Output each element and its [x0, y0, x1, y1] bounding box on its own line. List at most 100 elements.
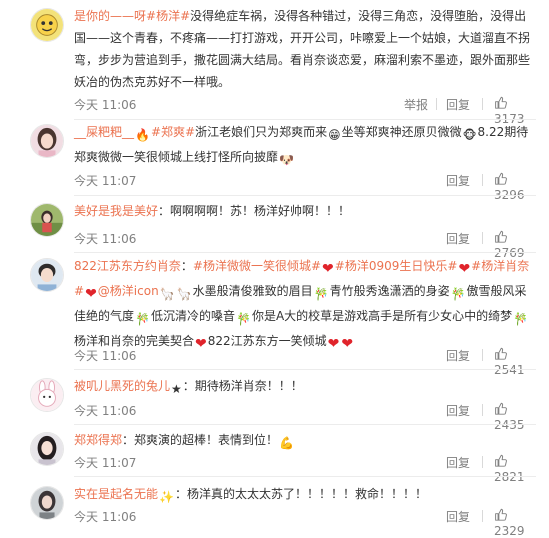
comment-timestamp: 今天 11:06 [74, 232, 137, 246]
star-icon: ★ [171, 382, 182, 396]
comment-text: __屎粑粑__🔥#郑爽#浙江老娘们只为郑爽而来😁坐等郑爽神还原贝微微🐵8.22期… [74, 121, 534, 171]
bamboo-icon: 🎋 [450, 287, 466, 301]
comment-divider [74, 252, 536, 253]
reply-button[interactable]: 回复 [446, 230, 470, 247]
sparkle-icon: ✨ [159, 490, 174, 504]
comment-timestamp: 今天 11:06 [74, 98, 137, 112]
comment-body: ： [180, 259, 193, 273]
comment-timestamp: 今天 11:06 [74, 349, 137, 363]
comment-text: 郑郑得郑：郑爽演的超棒！表情到位！💪 [74, 429, 534, 454]
comment-divider [74, 195, 536, 196]
comment-text: 美好是我是美好：啊啊啊啊！苏！杨洋好帅啊！！！ [74, 200, 534, 222]
comment-body: 浙江老娘们只为郑爽而来 [195, 125, 328, 139]
comment-username[interactable]: 是你的——呀 [74, 9, 146, 23]
comment-text: 822江苏东方约肖奈：#杨洋微微一笑很倾城#❤#杨洋0909生日快乐#❤#杨洋肖… [74, 255, 534, 355]
reply-button[interactable]: 回复 [446, 96, 470, 113]
avatar[interactable] [30, 258, 64, 292]
hashtag-link[interactable]: #杨洋0909生日快乐# [335, 259, 458, 273]
alpaca-icon: 🦙 [159, 287, 175, 301]
avatar[interactable] [30, 486, 64, 520]
report-button[interactable]: 举报 [404, 96, 428, 113]
comment-meta: 今天 11:07 回复 3296 [74, 172, 536, 202]
comment-username[interactable]: 美好是我是美好 [74, 204, 158, 218]
heart-icon: ❤ [85, 286, 97, 302]
comment-body: 低沉清冷的嗓音 [150, 309, 235, 323]
hashtag-link[interactable]: @杨洋icon [98, 284, 159, 298]
like-button[interactable]: 2329 [494, 508, 536, 538]
reply-button[interactable]: 回复 [446, 172, 470, 189]
doge-face-icon: 🐶 [279, 153, 294, 167]
comment-divider [74, 119, 536, 120]
comment-username[interactable]: 郑郑得郑 [74, 433, 122, 447]
bamboo-icon: 🎋 [235, 312, 251, 326]
comment-username[interactable]: 被叽儿黑死的兔儿 [74, 379, 170, 393]
comment-meta: 今天 11:07 回复 2821 [74, 454, 536, 484]
avatar[interactable] [30, 378, 64, 412]
separator [482, 456, 483, 468]
reply-button[interactable]: 回复 [446, 508, 470, 525]
bamboo-icon: 🎋 [313, 287, 329, 301]
comment-divider [74, 369, 536, 370]
like-button[interactable]: 2435 [494, 402, 536, 432]
comment-meta: 今天 11:06 回复 2435 [74, 402, 536, 432]
reply-button[interactable]: 回复 [446, 347, 470, 364]
heart-icon: ❤ [322, 261, 334, 277]
hashtag-link[interactable]: #杨洋微微一笑很倾城# [193, 259, 321, 273]
like-count: 2329 [494, 524, 525, 538]
hashtag-link[interactable]: #郑爽# [151, 125, 195, 139]
comment-timestamp: 今天 11:06 [74, 404, 137, 418]
comment-timestamp: 今天 11:07 [74, 174, 137, 188]
separator [482, 174, 483, 186]
separator [482, 349, 483, 361]
separator [482, 404, 483, 416]
comment-text: 是你的——呀#杨洋#没得绝症车祸，没得各种错过，没得三角恋，没得堕胎，没得出国—… [74, 5, 534, 93]
muscle-icon: 💪 [279, 436, 294, 450]
comment-username[interactable]: __屎粑粑__ [74, 125, 134, 139]
separator [482, 510, 483, 522]
comment-divider [74, 476, 536, 477]
separator [482, 232, 483, 244]
comment-meta: 今天 11:06 举报 回复 3173 [74, 96, 536, 126]
comment-body: 你是A大的校草是游戏高手是所有少女心中的绮梦 [251, 309, 513, 323]
bamboo-icon: 🎋 [513, 312, 529, 326]
separator [482, 98, 483, 110]
comment-body: ：郑爽演的超棒！表情到位！ [122, 433, 279, 447]
like-button[interactable]: 3296 [494, 172, 536, 202]
avatar[interactable] [30, 203, 64, 237]
hashtag-link[interactable]: #杨洋# [146, 9, 190, 23]
comment-text: 被叽儿黑死的兔儿★：期待杨洋肖奈！！！ [74, 375, 534, 400]
bamboo-icon: 🎋 [135, 312, 150, 326]
comment-body: 水墨般清俊雅致的眉目 [192, 284, 313, 298]
thumbs-up-icon [494, 402, 507, 418]
thumbs-up-icon [494, 172, 507, 188]
alpaca-icon: 🦙 [176, 287, 192, 301]
comment-timestamp: 今天 11:06 [74, 510, 137, 524]
comment-body: ：杨洋真的太太太苏了！！！！！救命！！！！ [174, 487, 427, 501]
grin-face-icon: 😁 [328, 128, 341, 142]
like-button[interactable]: 2541 [494, 347, 536, 377]
comment-username[interactable]: 822江苏东方约肖奈 [74, 259, 181, 273]
thumbs-up-icon [494, 347, 507, 363]
like-button[interactable]: 2821 [494, 454, 536, 484]
thumbs-up-icon [494, 96, 507, 112]
separator [436, 98, 437, 110]
avatar[interactable] [30, 432, 64, 466]
comment-body: 822江苏东方一笑倾城 [207, 334, 327, 348]
monkey-face-icon: 🐵 [462, 128, 477, 142]
comment-username[interactable]: 实在是起名无能 [74, 487, 158, 501]
comment-body: ：啊啊啊啊！苏！杨洋好帅啊！！！ [158, 204, 351, 218]
reply-button[interactable]: 回复 [446, 454, 470, 471]
comment-body: 青竹般秀逸潇洒的身姿 [329, 284, 450, 298]
comment-body: 杨洋和肖奈的完美契合 [74, 334, 195, 348]
fire-emoji-icon: 🔥 [135, 128, 150, 142]
comment-body: 坐等郑爽神还原贝微微 [341, 125, 462, 139]
reply-button[interactable]: 回复 [446, 402, 470, 419]
comment-timestamp: 今天 11:07 [74, 456, 137, 470]
thumbs-up-icon [494, 454, 507, 470]
heart-icon: ❤ [458, 261, 471, 277]
like-count: 2821 [494, 470, 525, 484]
comment-meta: 今天 11:06 回复 2329 [74, 508, 536, 538]
avatar[interactable] [30, 8, 64, 42]
comment-divider [74, 424, 536, 425]
avatar[interactable] [30, 124, 64, 158]
